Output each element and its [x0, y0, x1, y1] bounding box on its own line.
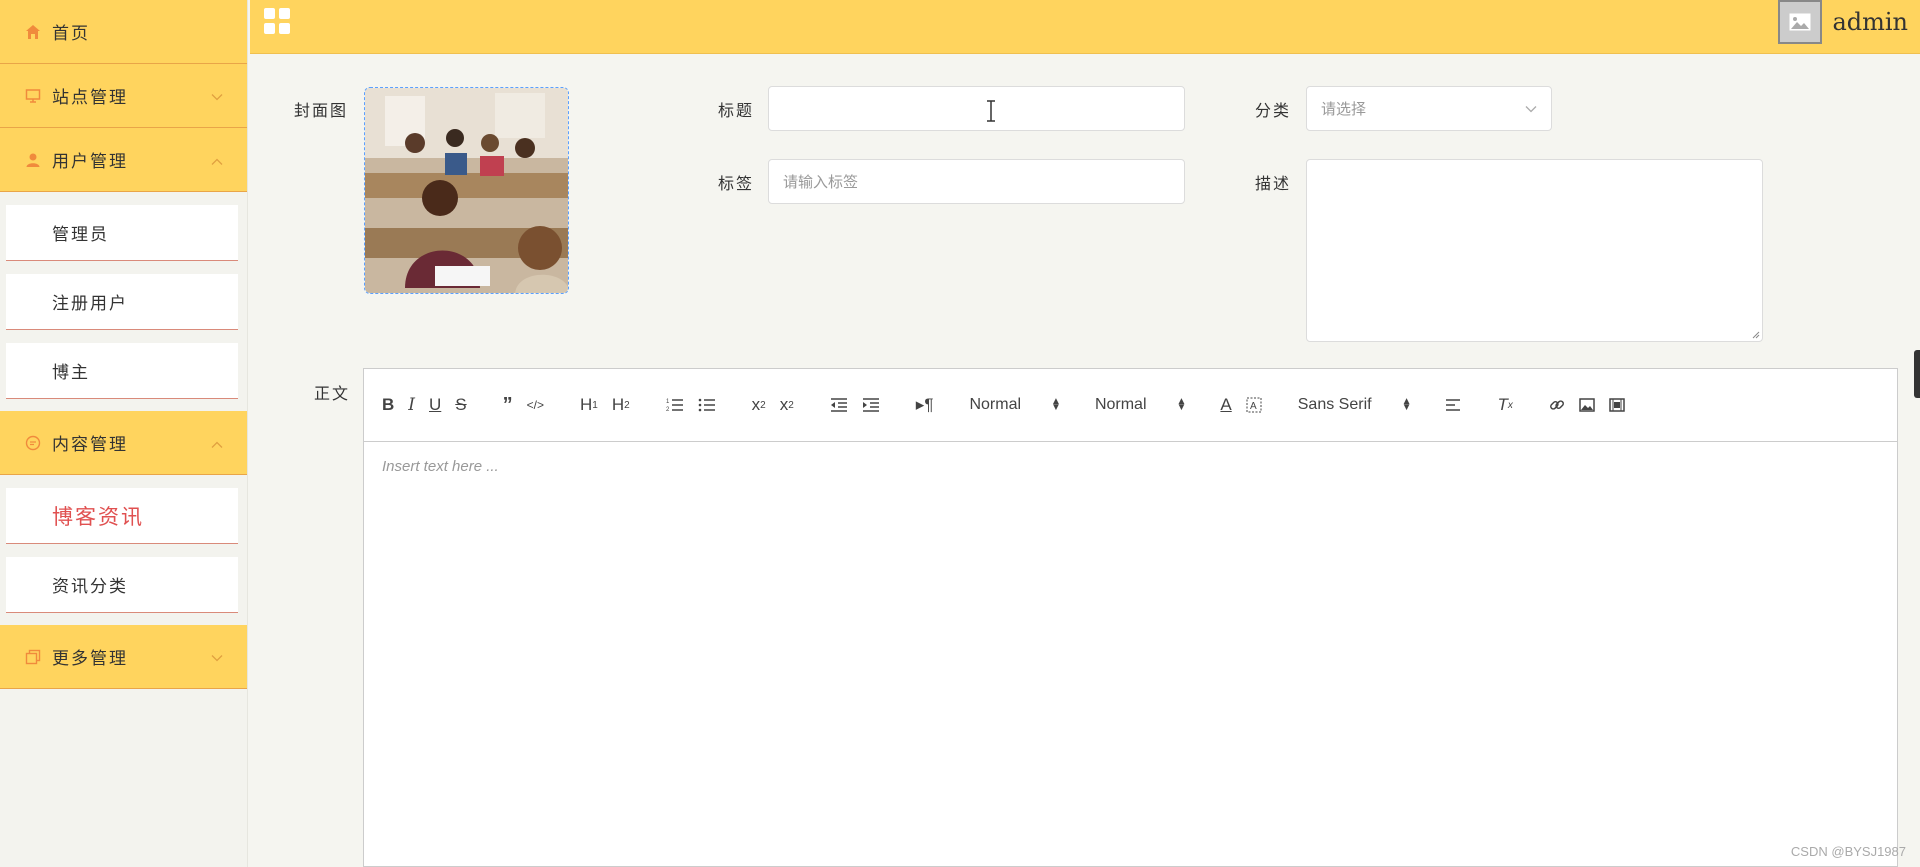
sidebar-item-news-category[interactable]: 资讯分类	[6, 557, 238, 613]
copy-icon	[24, 648, 42, 666]
rich-text-editor: B I U S ” </> H1 H2 12 x 2 x 2 ▸¶ Normal…	[363, 368, 1898, 867]
cover-label: 封面图	[294, 101, 349, 120]
sidebar-group-users[interactable]: 用户管理	[0, 128, 247, 192]
image-icon[interactable]	[1579, 393, 1595, 417]
superscript-icon[interactable]: x2	[780, 393, 794, 417]
sidebar-item-admins[interactable]: 管理员	[6, 205, 238, 261]
italic-icon[interactable]: I	[408, 393, 415, 417]
monitor-icon	[24, 87, 42, 105]
header-picker-value: Normal	[969, 396, 1022, 413]
app-root: 首页 站点管理 用户管理 管理员 注册用户 博主 内容管理 博客资讯 资讯分类 …	[0, 0, 1920, 867]
underline-icon[interactable]: U	[429, 393, 441, 417]
background-color-icon[interactable]: A	[1246, 393, 1262, 417]
outdent-icon[interactable]	[830, 393, 848, 417]
sidebar-item-blog-news[interactable]: 博客资讯	[6, 488, 238, 544]
text-color-icon[interactable]: A	[1220, 393, 1231, 417]
sidebar-item-bloggers[interactable]: 博主	[6, 343, 238, 399]
description-textarea[interactable]	[1306, 159, 1763, 342]
editor-toolbar: B I U S ” </> H1 H2 12 x 2 x 2 ▸¶ Normal…	[364, 369, 1897, 442]
link-icon[interactable]	[1549, 393, 1565, 417]
user-icon	[24, 151, 42, 169]
font-picker[interactable]: Sans Serif ▲ ▼	[1298, 396, 1412, 414]
chevron-down-icon	[211, 86, 223, 105]
updown-icon: ▲ ▼	[1176, 396, 1187, 413]
sidebar-subitem[interactable]: 管理员	[0, 192, 247, 261]
editor-content[interactable]: Insert text here ...	[364, 442, 1897, 491]
tags-label: 标签	[718, 174, 755, 193]
sidebar-subitem[interactable]: 博主	[0, 330, 247, 399]
svg-text:A: A	[1250, 401, 1257, 412]
subscript-icon[interactable]: x2	[752, 393, 766, 417]
tags-input[interactable]: 请输入标签	[768, 159, 1185, 204]
align-icon[interactable]	[1445, 393, 1461, 417]
top-bar: admin	[250, 0, 1920, 54]
sidebar-item-label: 首页	[52, 24, 90, 44]
category-placeholder: 请选择	[1321, 101, 1367, 118]
header-picker[interactable]: Normal ▲ ▼	[969, 396, 1060, 414]
username[interactable]: admin	[1832, 8, 1908, 36]
strike-icon[interactable]: S	[455, 393, 466, 417]
chevron-down-icon	[1525, 100, 1537, 117]
sidebar-group-content[interactable]: 内容管理	[0, 411, 247, 475]
scrollbar-handle[interactable]	[1914, 350, 1920, 398]
updown-icon: ▲ ▼	[1401, 396, 1412, 413]
sidebar-group-site[interactable]: 站点管理	[0, 64, 247, 128]
chevron-up-icon	[211, 433, 223, 452]
category-label: 分类	[1255, 101, 1292, 120]
bold-icon[interactable]: B	[382, 393, 394, 417]
image-icon[interactable]	[1778, 0, 1823, 44]
size-picker-value: Normal	[1094, 396, 1147, 413]
title-label: 标题	[718, 101, 755, 120]
sidebar-item-home[interactable]: 首页	[0, 0, 247, 64]
grid-icon[interactable]	[264, 8, 290, 34]
category-select[interactable]: 请选择	[1306, 86, 1552, 131]
description-label: 描述	[1255, 174, 1292, 193]
chevron-down-icon	[211, 647, 223, 666]
ordered-list-icon[interactable]: 12	[666, 393, 684, 417]
updown-icon: ▲ ▼	[1051, 396, 1061, 413]
sidebar-group-label: 内容管理	[52, 435, 128, 455]
resize-handle-icon[interactable]	[1752, 331, 1760, 339]
sidebar-group-label: 更多管理	[52, 649, 128, 669]
chevron-up-icon	[211, 150, 223, 169]
sidebar-subitem[interactable]: 注册用户	[0, 261, 247, 330]
chat-icon	[24, 434, 42, 452]
sidebar-subitem[interactable]: 博客资讯	[0, 475, 247, 544]
tags-placeholder: 请输入标签	[783, 174, 859, 191]
size-picker[interactable]: Normal ▲ ▼	[1095, 396, 1186, 414]
video-icon[interactable]	[1609, 393, 1625, 417]
clear-format-icon[interactable]: Tx	[1497, 393, 1512, 417]
sidebar-group-label: 用户管理	[52, 152, 128, 172]
cover-image-upload[interactable]	[364, 87, 569, 294]
sidebar-subitem[interactable]: 资讯分类	[0, 544, 247, 613]
h1-icon[interactable]: H1	[580, 393, 598, 417]
code-block-icon[interactable]: </>	[527, 393, 544, 417]
h2-icon[interactable]: H2	[612, 393, 630, 417]
title-input[interactable]	[768, 86, 1185, 131]
watermark: CSDN @BYSJ1987	[1790, 844, 1906, 859]
editor-placeholder: Insert text here ...	[382, 458, 499, 475]
svg-text:2: 2	[666, 407, 670, 413]
body-label: 正文	[314, 384, 351, 403]
classroom-photo	[365, 88, 568, 293]
indent-icon[interactable]	[862, 393, 880, 417]
sidebar-item-registered-users[interactable]: 注册用户	[6, 274, 238, 330]
blockquote-icon[interactable]: ”	[503, 393, 513, 417]
home-icon	[24, 23, 42, 41]
sidebar: 首页 站点管理 用户管理 管理员 注册用户 博主 内容管理 博客资讯 资讯分类 …	[0, 0, 248, 867]
font-picker-value: Sans Serif	[1297, 396, 1372, 413]
user-menu[interactable]: admin	[1778, 0, 1920, 44]
bullet-list-icon[interactable]	[698, 393, 716, 417]
sidebar-group-label: 站点管理	[52, 88, 128, 108]
sidebar-group-more[interactable]: 更多管理	[0, 625, 247, 689]
text-direction-icon[interactable]: ▸¶	[916, 393, 934, 417]
text-cursor-icon	[987, 100, 995, 122]
svg-text:1: 1	[666, 399, 670, 405]
